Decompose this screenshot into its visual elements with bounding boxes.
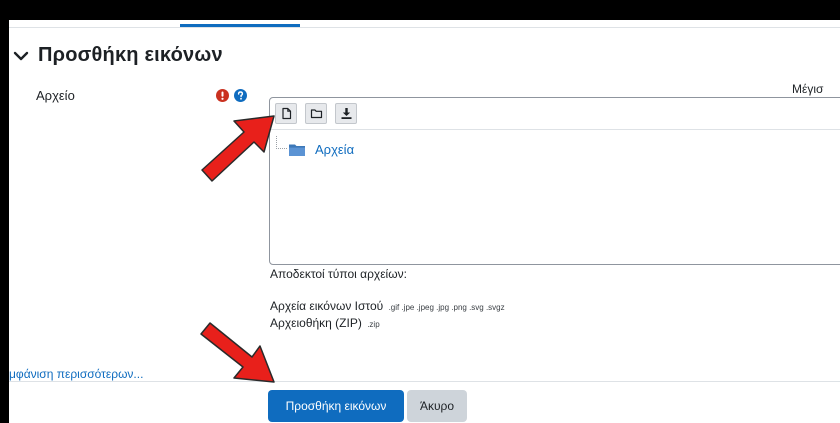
footer-divider — [9, 381, 840, 382]
max-size-label: Μέγισ — [792, 82, 824, 96]
add-images-button[interactable]: Προσθήκη εικόνων — [268, 390, 404, 422]
file-add-icon — [281, 107, 291, 120]
header-divider — [9, 27, 840, 28]
cancel-button[interactable]: Άκυρο — [407, 390, 467, 422]
accepted-type-name: Αρχεία εικόνων Ιστού — [270, 299, 384, 313]
window-left-frame — [0, 0, 9, 423]
create-folder-button[interactable] — [305, 103, 327, 124]
folder-create-icon — [310, 109, 322, 119]
chevron-down-icon[interactable] — [12, 47, 30, 65]
accepted-type-extensions: .gif .jpe .jpeg .jpg .png .svg .svgz — [388, 303, 505, 312]
show-more-link[interactable]: μφάνιση περισσότερων... — [9, 367, 143, 381]
required-icon — [216, 89, 229, 102]
annotation-arrow-icon — [200, 322, 275, 383]
accepted-type-name: Αρχειοθήκη (ZIP) — [270, 316, 362, 330]
accepted-type-row: Αρχεία εικόνων Ιστού .gif .jpe .jpeg .jp… — [270, 299, 505, 313]
download-icon — [341, 108, 351, 119]
help-icon[interactable] — [234, 89, 247, 102]
accepted-type-row: Αρχειοθήκη (ZIP) .zip — [270, 316, 380, 330]
accepted-type-extensions: .zip — [367, 320, 380, 329]
section-header[interactable]: Προσθήκη εικόνων — [12, 44, 223, 67]
folder-name[interactable]: Αρχεία — [315, 142, 354, 157]
section-title: Προσθήκη εικόνων — [38, 44, 223, 66]
accepted-types-heading: Αποδεκτοί τύποι αρχείων: — [270, 267, 407, 281]
folder-item[interactable]: Αρχεία — [288, 142, 354, 157]
window-top-frame — [0, 0, 840, 20]
file-picker-toolbar — [270, 98, 840, 130]
file-field-label: Αρχείο — [36, 88, 75, 103]
download-all-button[interactable] — [335, 103, 357, 124]
file-picker[interactable]: Αρχεία — [269, 97, 840, 265]
folder-icon — [289, 144, 305, 156]
annotation-arrow-icon — [201, 115, 275, 182]
